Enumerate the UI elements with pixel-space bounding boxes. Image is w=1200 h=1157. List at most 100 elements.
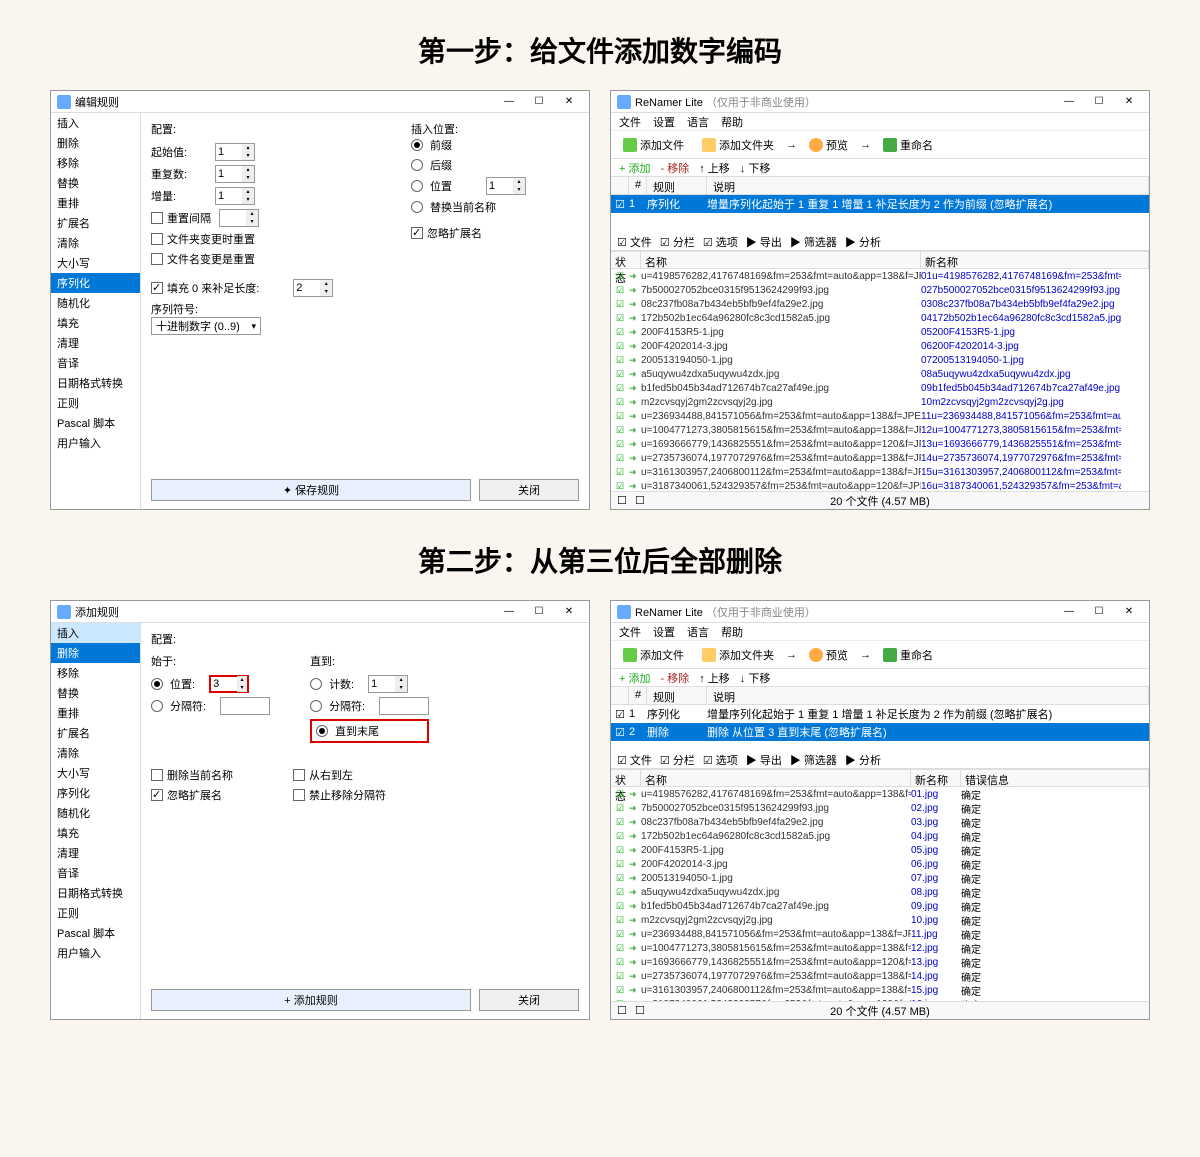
rtl-checkbox[interactable] (293, 769, 305, 781)
rule-type-item[interactable]: 移除 (51, 153, 140, 173)
rule-type-item[interactable]: 清理 (51, 843, 140, 863)
maximize-button[interactable]: ☐ (1085, 93, 1113, 111)
to-delim-input[interactable] (379, 697, 429, 715)
file-row[interactable]: ☑➜a5uqywu4zdxa5uqywu4zdx.jpg08a5uqywu4zd… (611, 367, 1149, 381)
file-row[interactable]: ☑➜u=1693666779,1436825551&fm=253&fmt=aut… (611, 437, 1149, 451)
to-count-radio[interactable] (310, 678, 322, 690)
rule-type-item[interactable]: 大小写 (51, 763, 140, 783)
tabbar-item[interactable]: ☑ 分栏 (660, 752, 695, 768)
tabbar-item[interactable]: ☑ 文件 (617, 752, 652, 768)
menubar[interactable]: 文件设置语言帮助 (611, 113, 1149, 131)
rule-type-item[interactable]: 删除 (51, 643, 140, 663)
reset-folder-checkbox[interactable] (151, 233, 163, 245)
position-radio[interactable] (411, 180, 423, 192)
remove-rule-link[interactable]: - 移除 (660, 160, 689, 176)
preview-button[interactable]: 预览 (803, 645, 854, 665)
col-error[interactable]: 错误信息 (961, 770, 1149, 786)
file-row[interactable]: ☑➜172b502b1ec64a96280fc8c3cd1582a5.jpg04… (611, 311, 1149, 325)
close-button[interactable]: 关闭 (479, 989, 579, 1011)
menubar[interactable]: 文件设置语言帮助 (611, 623, 1149, 641)
maximize-button[interactable]: ☐ (525, 93, 553, 111)
col-status[interactable]: 状态 (611, 252, 641, 268)
file-row[interactable]: ☑➜200F4202014-3.jpg06.jpg确定 (611, 857, 1149, 871)
remove-rule-link[interactable]: - 移除 (660, 670, 689, 686)
rule-type-item[interactable]: 清理 (51, 333, 140, 353)
rule-type-item[interactable]: Pascal 脚本 (51, 413, 140, 433)
to-delim-radio[interactable] (310, 700, 322, 712)
rule-type-item[interactable]: 正则 (51, 393, 140, 413)
file-row[interactable]: ☑➜u=1693666779,1436825551&fm=253&fmt=aut… (611, 955, 1149, 969)
file-row[interactable]: ☑➜200F4153R5-1.jpg05.jpg确定 (611, 843, 1149, 857)
file-row[interactable]: ☑➜200513194050-1.jpg07.jpg确定 (611, 871, 1149, 885)
del-name-checkbox[interactable] (151, 769, 163, 781)
suffix-radio[interactable] (411, 159, 423, 171)
file-row[interactable]: ☑➜200F4153R5-1.jpg05200F4153R5-1.jpg (611, 325, 1149, 339)
tabbar-item[interactable]: ▶ 筛选器 (790, 752, 837, 768)
preview-button[interactable]: 预览 (803, 135, 854, 155)
reset-interval-checkbox[interactable] (151, 212, 163, 224)
file-row[interactable]: ☑➜u=2735736074,1977072976&fm=253&fmt=aut… (611, 451, 1149, 465)
pad-checkbox[interactable] (151, 282, 163, 294)
add-file-button[interactable]: 添加文件 (617, 135, 690, 155)
tabbar[interactable]: ☑ 文件☑ 分栏☑ 选项▶ 导出▶ 筛选器▶ 分析 (611, 751, 1149, 769)
move-up-link[interactable]: ↑ 上移 (699, 670, 730, 686)
rule-type-list[interactable]: 插入删除移除替换重排扩展名清除大小写序列化随机化填充清理音译日期格式转换正则Pa… (51, 623, 141, 1019)
rule-type-item[interactable]: 清除 (51, 233, 140, 253)
menu-item[interactable]: 文件 (619, 624, 641, 640)
minimize-button[interactable]: — (495, 93, 523, 111)
add-rule-button[interactable]: + 添加规则 (151, 989, 471, 1011)
pad-spinner[interactable]: ▴▾ (293, 279, 333, 297)
move-up-link[interactable]: ↑ 上移 (699, 160, 730, 176)
file-row[interactable]: ☑➜u=3161303957,2406800112&fm=253&fmt=aut… (611, 465, 1149, 479)
minimize-button[interactable]: — (1055, 93, 1083, 111)
digit-dropdown[interactable]: 十进制数字 (0..9) (151, 317, 261, 335)
menu-item[interactable]: 语言 (687, 114, 709, 130)
step-spinner[interactable]: ▴▾ (215, 187, 255, 205)
rule-type-item[interactable]: 重排 (51, 703, 140, 723)
menu-item[interactable]: 语言 (687, 624, 709, 640)
col-type[interactable]: 规则 (647, 177, 707, 194)
col-num[interactable]: # (629, 687, 647, 704)
col-newname[interactable]: 新名称 (911, 770, 961, 786)
rule-type-item[interactable]: 移除 (51, 663, 140, 683)
add-file-button[interactable]: 添加文件 (617, 645, 690, 665)
col-status[interactable]: 状态 (611, 770, 641, 786)
reset-interval-spinner[interactable]: ▴▾ (219, 209, 259, 227)
file-row[interactable]: ☑➜7b500027052bce0315f9513624299f93.jpg02… (611, 801, 1149, 815)
file-row[interactable]: ☑➜u=1004771273,3805815615&fm=253&fmt=aut… (611, 423, 1149, 437)
col-desc[interactable]: 说明 (707, 687, 1149, 704)
file-row[interactable]: ☑➜b1fed5b045b34ad712674b7ca27af49e.jpg09… (611, 381, 1149, 395)
col-type[interactable]: 规则 (647, 687, 707, 704)
rule-type-item[interactable]: 随机化 (51, 293, 140, 313)
file-row[interactable]: ☑➜u=4198576282,4176748169&fm=253&fmt=aut… (611, 787, 1149, 801)
close-button[interactable]: ✕ (1115, 93, 1143, 111)
file-row[interactable]: ☑➜7b500027052bce0315f9513624299f93.jpg02… (611, 283, 1149, 297)
menu-item[interactable]: 帮助 (721, 624, 743, 640)
tabbar-item[interactable]: ▶ 分析 (845, 234, 881, 250)
add-rule-link[interactable]: + 添加 (619, 670, 650, 686)
add-rule-link[interactable]: + 添加 (619, 160, 650, 176)
close-button[interactable]: 关闭 (479, 479, 579, 501)
from-position-radio[interactable] (151, 678, 163, 690)
rule-type-item[interactable]: 清除 (51, 743, 140, 763)
rule-type-item[interactable]: 音译 (51, 863, 140, 883)
rule-type-item[interactable]: 扩展名 (51, 213, 140, 233)
file-row[interactable]: ☑➜u=2735736074,1977072976&fm=253&fmt=aut… (611, 969, 1149, 983)
from-position-spinner[interactable]: ▴▾ (209, 675, 249, 693)
rule-type-item[interactable]: 替换 (51, 683, 140, 703)
rule-type-item[interactable]: 正则 (51, 903, 140, 923)
position-spinner[interactable]: ▴▾ (486, 177, 526, 195)
move-down-link[interactable]: ↓ 下移 (740, 160, 771, 176)
tabbar-item[interactable]: ☑ 选项 (703, 234, 738, 250)
rule-type-item[interactable]: 用户输入 (51, 943, 140, 963)
file-row[interactable]: ☑➜u=236934488,841571056&fm=253&fmt=auto&… (611, 409, 1149, 423)
tabbar-item[interactable]: ☑ 选项 (703, 752, 738, 768)
tabbar-item[interactable]: ▶ 导出 (746, 234, 782, 250)
rename-button[interactable]: 重命名 (877, 135, 939, 155)
rule-type-item[interactable]: Pascal 脚本 (51, 923, 140, 943)
file-row[interactable]: ☑➜200513194050-1.jpg07200513194050-1.jpg (611, 353, 1149, 367)
rename-button[interactable]: 重命名 (877, 645, 939, 665)
rule-row[interactable]: ☑1序列化增量序列化起始于 1 重复 1 增量 1 补足长度为 2 作为前缀 (… (611, 195, 1149, 213)
col-newname[interactable]: 新名称 (921, 252, 1149, 268)
rule-type-item[interactable]: 重排 (51, 193, 140, 213)
